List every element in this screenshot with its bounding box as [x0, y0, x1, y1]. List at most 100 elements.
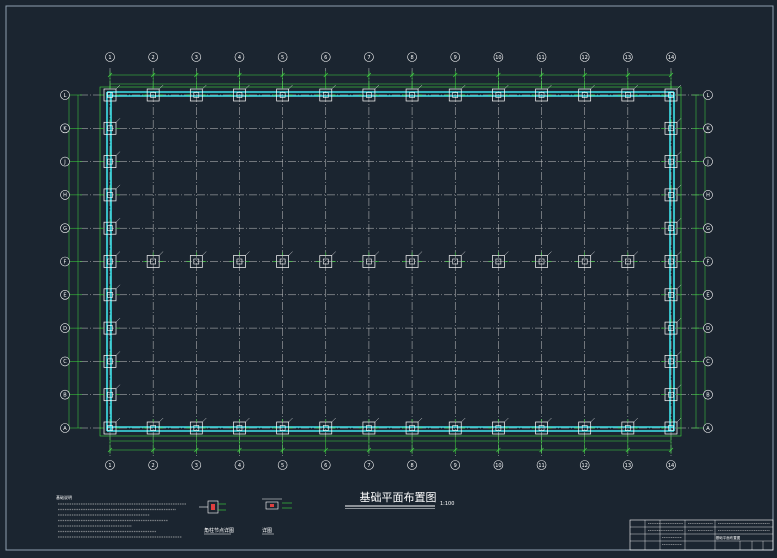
axis-bubble-bottom-1: 1 — [105, 460, 115, 470]
axis-bubble-right-J-label: J — [706, 159, 708, 165]
axis-bubble-left-A-label: A — [63, 426, 67, 432]
axis-bubble-right-H-label: H — [706, 193, 710, 199]
axis-bubble-bottom-2: 2 — [148, 460, 158, 470]
detail-2-label: 详图 — [262, 527, 272, 534]
axis-bubble-right-F-label: F — [707, 259, 710, 265]
axis-bubble-bottom-7: 7 — [364, 460, 374, 470]
axis-bubble-bottom-6: 6 — [320, 460, 331, 470]
axis-bubble-bottom-8-label: 8 — [410, 463, 413, 469]
axis-bubble-right-F: F — [703, 256, 713, 267]
axis-bubble-top-3-label: 3 — [195, 55, 198, 61]
axis-bubble-right-B: B — [703, 389, 713, 400]
sheet-background — [0, 0, 777, 554]
axis-bubble-top-2-label: 2 — [152, 55, 155, 61]
axis-bubble-top-13-label: 13 — [625, 55, 631, 61]
axis-bubble-left-E: E — [60, 289, 70, 300]
axis-bubble-top-10: 10 — [493, 52, 504, 62]
axis-bubble-top-14: 14 — [666, 52, 676, 62]
axis-bubble-top-1: 1 — [105, 52, 115, 62]
axis-bubble-left-J: J — [60, 156, 70, 167]
axis-bubble-right-C: C — [703, 356, 713, 367]
axis-bubble-left-E-label: E — [63, 293, 66, 299]
axis-bubble-left-G-label: G — [63, 226, 67, 232]
axis-bubble-left-F-label: F — [64, 259, 67, 265]
axis-bubble-bottom-12-label: 12 — [582, 463, 588, 469]
axis-bubble-left-D-label: D — [63, 326, 67, 332]
axis-bubble-bottom-4: 4 — [234, 460, 245, 470]
axis-bubble-top-10-label: 10 — [495, 55, 501, 61]
axis-bubble-top-8-label: 8 — [410, 55, 413, 61]
foundation-plan-drawing: 11223344556677889910101111121213131414A A… — [0, 0, 777, 554]
axis-bubble-right-D-label: D — [706, 326, 710, 332]
axis-bubble-right-A-label: A — [706, 426, 710, 432]
detail-1-label: 角柱节点详图 — [204, 527, 234, 534]
axis-bubble-top-9-label: 9 — [454, 55, 457, 61]
cad-drawing-canvas[interactable]: 1 1 2 2 3 3 4 4 5 5 6 6 7 7 8 8 9 9 10 10 11 11 12 12 13 13 14 14 A A… — [0, 0, 777, 554]
axis-bubble-right-B-label: B — [706, 393, 710, 399]
axis-bubble-bottom-10: 10 — [493, 460, 504, 470]
axis-bubble-right-G: G — [703, 223, 713, 233]
axis-bubble-left-B-label: B — [63, 393, 67, 399]
axis-bubble-top-6: 6 — [320, 52, 331, 62]
axis-bubble-bottom-11-label: 11 — [538, 463, 544, 469]
axis-bubble-right-J: J — [703, 156, 713, 167]
axis-bubble-top-13: 13 — [623, 52, 633, 62]
axis-bubble-bottom-14: 14 — [666, 460, 676, 470]
axis-bubble-top-8: 8 — [407, 52, 417, 62]
axis-bubble-left-L: L — [60, 90, 70, 100]
axis-bubble-left-H: H — [60, 190, 70, 200]
axis-bubble-left-B: B — [60, 389, 70, 400]
axis-bubble-left-D: D — [60, 323, 70, 333]
axis-bubble-top-4: 4 — [234, 52, 245, 62]
axis-bubble-right-H: H — [703, 190, 713, 200]
axis-bubble-left-C-label: C — [63, 359, 67, 365]
axis-bubble-right-C-label: C — [706, 359, 710, 365]
axis-bubble-top-7: 7 — [364, 52, 374, 62]
axis-bubble-left-C: C — [60, 356, 70, 367]
axis-bubble-top-6-label: 6 — [324, 55, 327, 61]
axis-bubble-right-G-label: G — [706, 226, 710, 232]
axis-bubble-left-H-label: H — [63, 193, 67, 199]
axis-bubble-bottom-13-label: 13 — [625, 463, 631, 469]
axis-bubble-left-J-label: J — [63, 159, 65, 165]
axis-bubble-top-5-label: 5 — [281, 55, 284, 61]
axis-bubble-bottom-6-label: 6 — [324, 463, 327, 469]
axis-bubble-top-5: 5 — [277, 52, 288, 62]
axis-bubble-left-A: A — [60, 423, 70, 433]
axis-bubble-bottom-3-label: 3 — [195, 463, 198, 469]
axis-bubble-bottom-9-label: 9 — [454, 463, 457, 469]
axis-bubble-left-F: F — [60, 256, 70, 267]
axis-bubble-top-12: 12 — [579, 52, 590, 62]
axis-bubble-top-4-label: 4 — [238, 55, 241, 61]
axis-bubble-left-K: K — [60, 123, 70, 134]
axis-bubble-bottom-13: 13 — [623, 460, 633, 470]
notes-heading: 基础说明 — [56, 494, 72, 500]
axis-bubble-bottom-9: 9 — [450, 460, 461, 470]
axis-bubble-bottom-3: 3 — [191, 460, 202, 470]
axis-bubble-bottom-14-label: 14 — [668, 463, 674, 469]
axis-bubble-top-1-label: 1 — [108, 55, 111, 61]
axis-bubble-right-A: A — [703, 423, 713, 433]
axis-bubble-right-L-label: L — [707, 93, 710, 99]
axis-bubble-top-3: 3 — [191, 52, 202, 62]
axis-bubble-right-E-label: E — [706, 293, 709, 299]
axis-bubble-bottom-12: 12 — [579, 460, 590, 470]
axis-bubble-right-L: L — [703, 90, 713, 100]
axis-bubble-left-G: G — [60, 223, 70, 233]
drawing-title: 基础平面布置图 — [360, 491, 437, 504]
axis-bubble-top-7-label: 7 — [367, 55, 370, 61]
axis-bubble-bottom-5: 5 — [277, 460, 288, 470]
axis-bubble-left-L-label: L — [64, 93, 67, 99]
axis-bubble-bottom-10-label: 10 — [495, 463, 501, 469]
axis-bubble-top-14-label: 14 — [668, 55, 674, 61]
drawing-scale: 1:100 — [440, 501, 454, 507]
axis-bubble-right-E: E — [703, 289, 713, 300]
axis-bubble-top-11: 11 — [536, 52, 547, 62]
axis-bubble-bottom-8: 8 — [407, 460, 417, 470]
title-block-drawing-name: 基础平面布置图 — [716, 535, 741, 540]
axis-bubble-right-D: D — [703, 323, 713, 333]
axis-bubble-top-11-label: 11 — [538, 55, 544, 61]
axis-bubble-bottom-4-label: 4 — [238, 463, 241, 469]
axis-bubble-top-12-label: 12 — [582, 55, 588, 61]
axis-bubble-top-9: 9 — [450, 52, 461, 62]
